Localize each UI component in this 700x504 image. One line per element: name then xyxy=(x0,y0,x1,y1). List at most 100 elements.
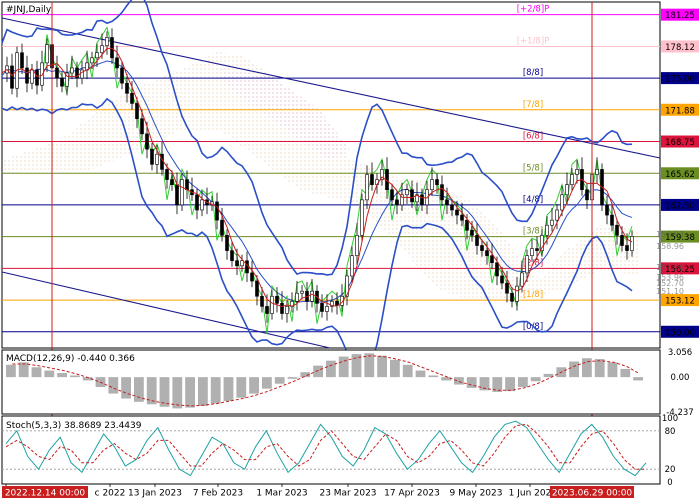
candle-body xyxy=(130,93,134,104)
candle-body xyxy=(355,235,359,256)
macd-bar xyxy=(582,358,592,378)
price-tag-label: 153.12 xyxy=(665,297,695,307)
macd-bar xyxy=(620,368,631,378)
candle-body xyxy=(530,248,534,256)
candle-body xyxy=(525,255,529,274)
macd-bar xyxy=(249,377,259,394)
candle-body xyxy=(175,184,179,206)
time-tick-label: 23 Mar 2023 xyxy=(319,489,376,499)
macd-bar xyxy=(441,377,451,381)
candle-body xyxy=(220,219,224,236)
candle-body xyxy=(450,204,454,211)
macd-bar xyxy=(287,377,298,379)
candle-body xyxy=(360,199,364,236)
candle-body xyxy=(280,303,284,314)
stoch-label: Stoch(5,3,3) 38.8689 23.4439 xyxy=(6,421,142,431)
murrey-label: [7/8] xyxy=(523,100,543,110)
candle-body xyxy=(195,194,199,211)
time-tick-label: 1 Jun 202 xyxy=(509,489,552,499)
candle-body xyxy=(610,214,614,226)
price-tag-label: 171.88 xyxy=(665,106,695,116)
candle-body xyxy=(410,189,414,203)
time-tick-label: 17 Apr 2023 xyxy=(384,489,440,499)
candle-body xyxy=(185,179,189,191)
candle-body xyxy=(105,37,109,46)
candle-body xyxy=(615,224,619,236)
macd-bar xyxy=(390,359,400,378)
candle-body xyxy=(445,199,449,206)
candle-body xyxy=(405,189,409,196)
candle-body xyxy=(545,224,549,236)
partial-price-tag: 157.56 xyxy=(656,263,684,272)
macd-axis: 3.0560.00-4.237 xyxy=(666,348,693,418)
macd-bar xyxy=(633,377,643,381)
candle-body xyxy=(480,245,484,251)
candle-body xyxy=(55,67,59,79)
candle-body xyxy=(250,272,254,282)
macd-bar xyxy=(210,377,221,404)
candle-body xyxy=(265,306,269,314)
candle-body xyxy=(485,250,489,256)
candle-body xyxy=(95,52,99,59)
candle-body xyxy=(430,179,434,191)
macd-bar xyxy=(31,367,42,378)
macd-bar xyxy=(569,361,579,378)
candle-body xyxy=(165,169,169,180)
candle-body xyxy=(145,133,149,150)
macd-bar xyxy=(313,365,323,378)
partial-price-tag: 158.96 xyxy=(656,242,684,251)
chart-canvas: [+2/8]P[+1/8]P[8/8][7/8][6/8][5/8][4/8][… xyxy=(1,0,699,499)
macd-bar xyxy=(518,377,528,388)
candle-body xyxy=(440,184,444,201)
macd-bar xyxy=(402,364,413,378)
candle-body xyxy=(110,37,114,59)
macd-bar xyxy=(172,377,183,409)
candle-body xyxy=(560,194,564,211)
candle-body xyxy=(630,236,634,251)
macd-tick-label: 0.00 xyxy=(671,373,690,383)
murrey-label: [5/8] xyxy=(523,163,543,173)
candle-body xyxy=(215,201,219,221)
candle-body xyxy=(200,199,204,211)
macd-bar xyxy=(198,377,208,406)
macd-bar xyxy=(121,377,131,399)
candle-body xyxy=(120,67,124,84)
candle-body xyxy=(310,290,314,302)
macd-label: MACD(12,26,9) -0.440 0.366 xyxy=(6,354,135,364)
candle-body xyxy=(365,174,369,201)
macd-bar xyxy=(415,370,426,378)
candle-body xyxy=(510,292,514,302)
candle-body xyxy=(115,57,119,69)
candle-body xyxy=(45,44,49,64)
stoch-axis: 100 80 20 0 xyxy=(662,414,678,488)
time-highlight-right-label: 2023.06.29 00:00 xyxy=(552,489,633,499)
macd-tick-label: 3.056 xyxy=(668,348,692,358)
candle-body xyxy=(460,214,464,221)
time-tick-label: 9 May 2023 xyxy=(450,489,503,499)
stoch-tick-label: 100 xyxy=(662,414,678,424)
candle-body xyxy=(570,174,574,185)
murrey-label: [1/8] xyxy=(523,290,543,300)
symbol-label: #JNJ,Daily xyxy=(6,5,52,15)
candle-body xyxy=(420,194,424,206)
macd-bar xyxy=(223,377,234,402)
candle-body xyxy=(295,292,299,302)
candle-body xyxy=(515,285,519,302)
candle-body xyxy=(30,69,34,84)
candle-body xyxy=(10,65,14,89)
candle-body xyxy=(555,209,559,221)
macd-bar xyxy=(6,364,16,378)
candle-body xyxy=(225,235,229,251)
price-tag-label: 150.00 xyxy=(665,328,695,338)
candle-body xyxy=(520,272,524,287)
macd-bar xyxy=(594,359,605,378)
macd-bar xyxy=(70,375,80,378)
candle-body xyxy=(150,148,154,165)
candle-body xyxy=(605,204,609,216)
candle-body xyxy=(390,189,394,201)
candle-body xyxy=(235,260,239,267)
macd-bar xyxy=(274,377,285,384)
candle-body xyxy=(230,250,234,262)
candle-body xyxy=(90,57,94,64)
candle-body xyxy=(70,67,74,74)
